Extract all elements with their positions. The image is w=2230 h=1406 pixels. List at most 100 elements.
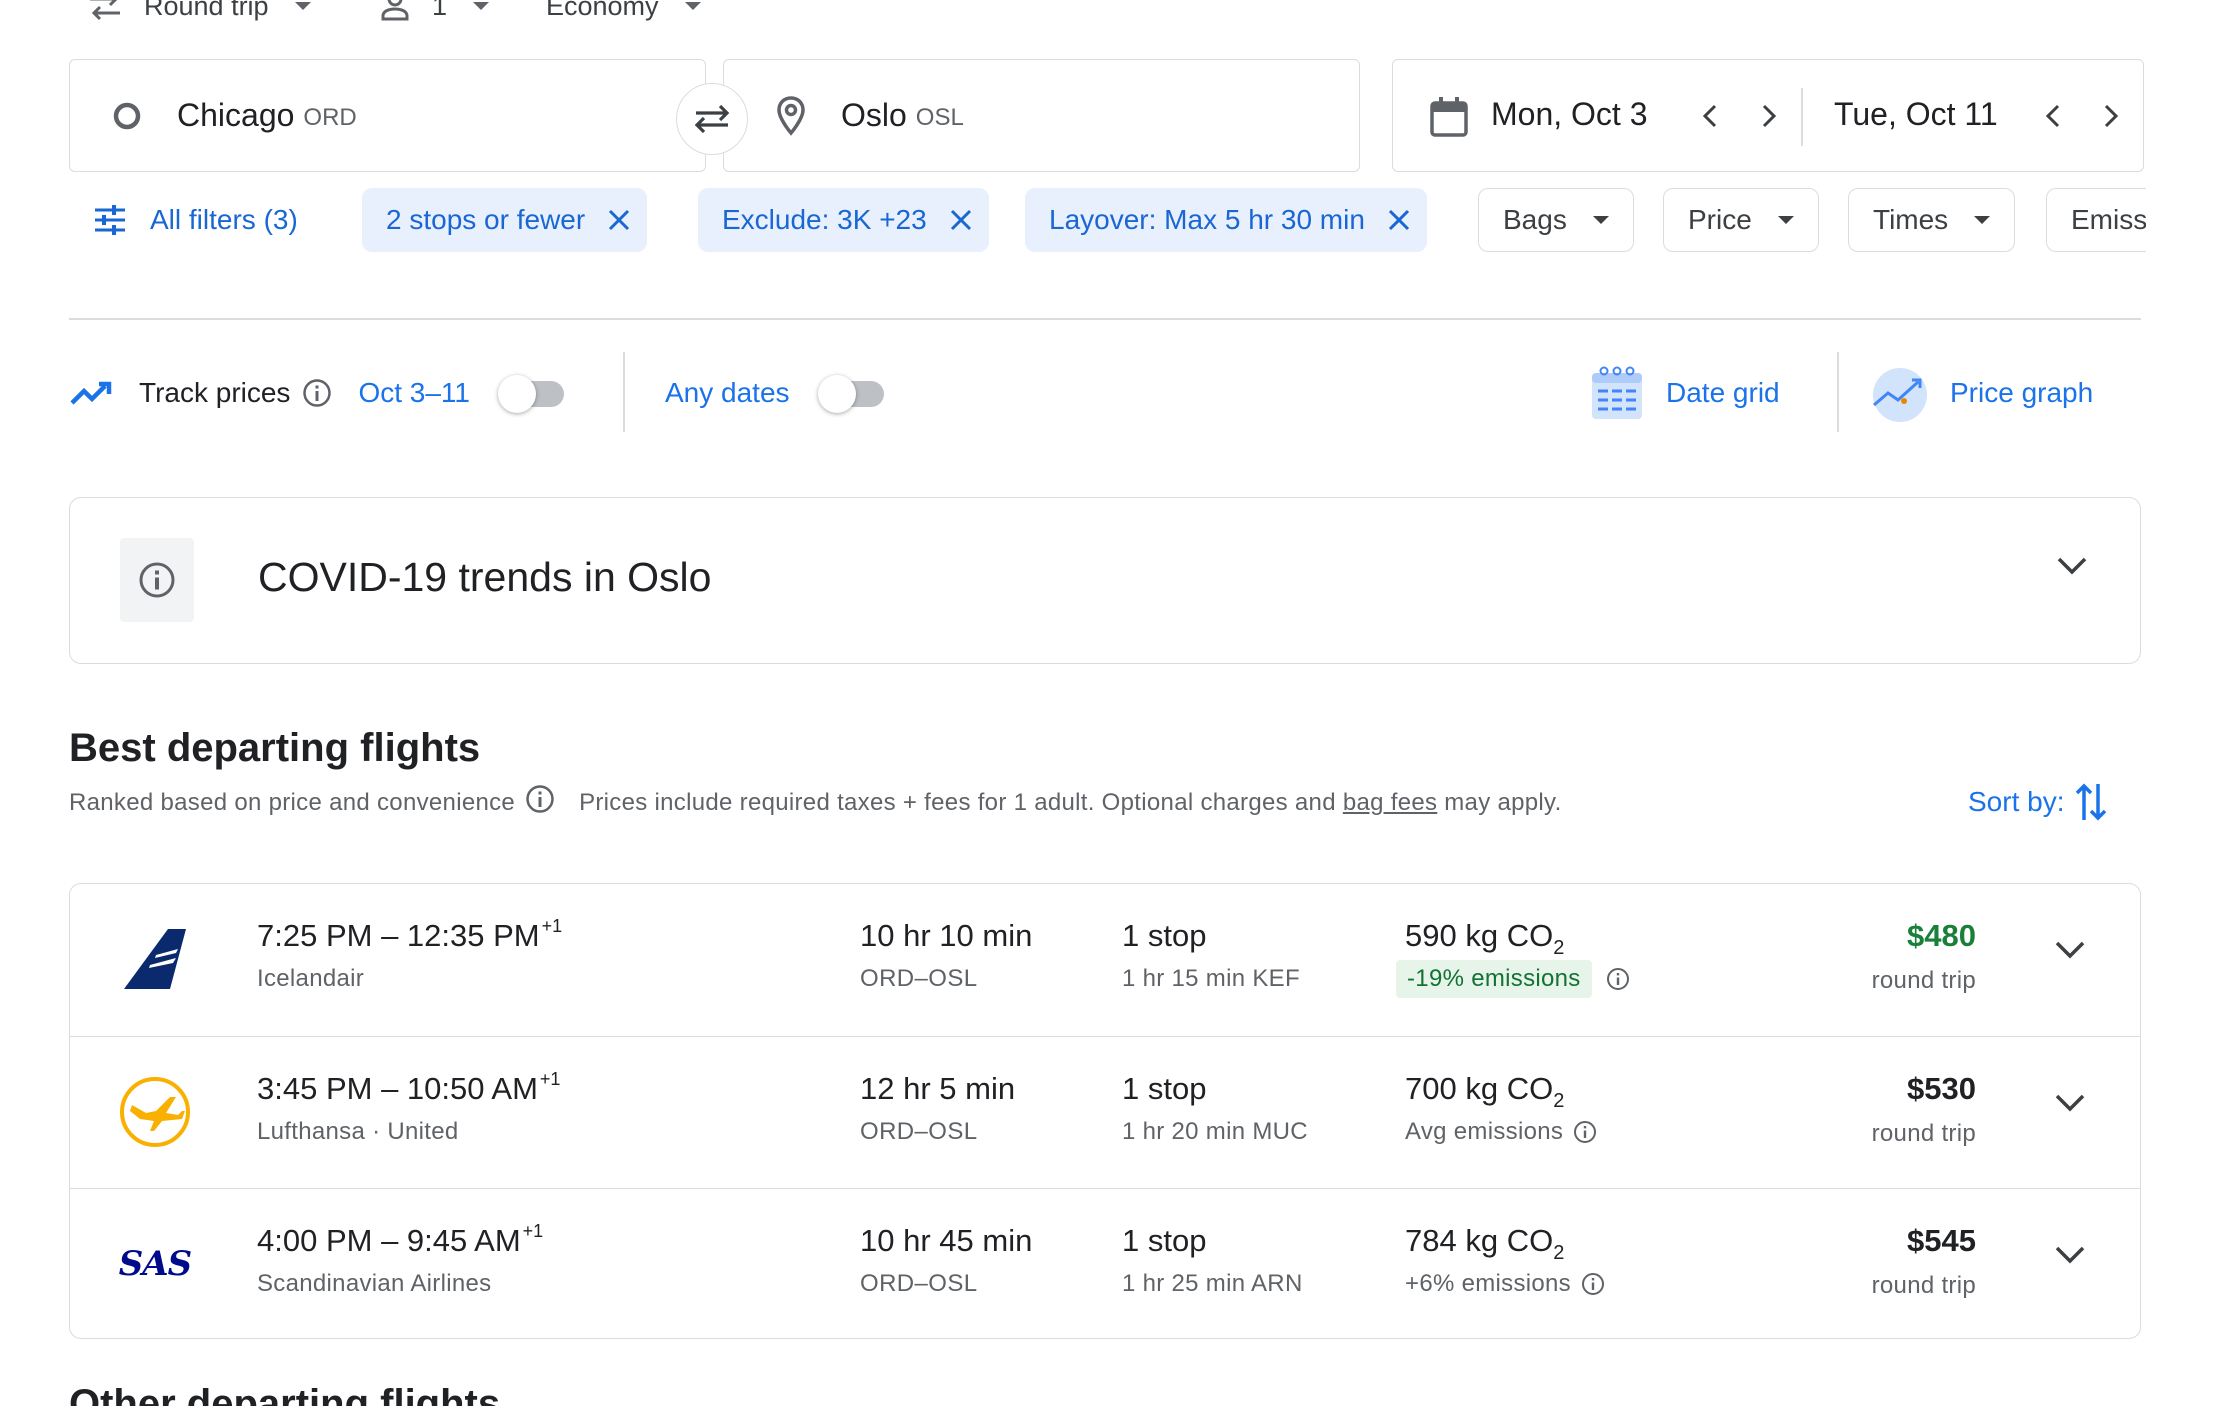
chip-label: Layover: Max 5 hr 30 min — [1049, 204, 1365, 235]
track-prices-toggle[interactable] — [498, 365, 570, 421]
divider — [623, 352, 625, 432]
flight-route: ORD–OSL — [860, 1118, 978, 1145]
prev-return-date-button[interactable] — [2033, 96, 2073, 136]
cabin-select[interactable]: Economy — [546, 0, 701, 26]
origin-code: ORD — [303, 103, 357, 131]
price-graph-button[interactable]: Price graph — [1868, 363, 2094, 423]
emissions-dropdown-clip: Emiss — [2046, 188, 2146, 252]
price-dropdown[interactable]: Price — [1663, 188, 1819, 252]
depart-time: 7:25 PM — [257, 918, 373, 953]
co2-subscript: 2 — [1553, 1090, 1565, 1112]
origin-field[interactable]: Chicago ORD — [69, 59, 706, 172]
section-title: Best departing flights — [69, 726, 481, 770]
destination-field[interactable]: Oslo OSL — [723, 59, 1360, 172]
sas-logo: SAS — [118, 1227, 192, 1301]
date-grid-button[interactable]: Date grid — [1590, 365, 1780, 421]
info-icon[interactable] — [1606, 967, 1630, 991]
info-icon[interactable] — [1581, 1272, 1605, 1296]
filter-chip-stops[interactable]: 2 stops or fewer — [362, 188, 648, 252]
flight-price: $545 — [1907, 1223, 1976, 1258]
all-filters-label: All filters (3) — [150, 204, 298, 235]
airline-name: Icelandair — [257, 965, 365, 992]
sort-by-button[interactable]: Sort by: — [1968, 780, 2108, 824]
arrive-time: 12:35 PM — [406, 918, 540, 953]
chevron-down-icon — [1974, 216, 1991, 224]
chip-label: Bags — [1503, 204, 1567, 235]
flight-price: $480 — [1907, 918, 1976, 953]
flight-duration: 10 hr 45 min — [860, 1223, 1033, 1258]
layover-info: 1 hr 20 min MUC — [1122, 1118, 1308, 1145]
date-range-field[interactable]: Mon, Oct 3 Tue, Oct 11 — [1392, 59, 2144, 172]
flight-row[interactable]: SAS 4:00 PM – 9:45 AM +1 Scandinavian Air… — [70, 1188, 2140, 1340]
any-dates-toggle[interactable] — [817, 365, 890, 421]
chevron-down-icon[interactable] — [2054, 1093, 2086, 1113]
arrive-time: 10:50 AM — [406, 1071, 538, 1106]
passengers-select[interactable]: 1 — [380, 0, 490, 26]
prices-note: Prices include required taxes + fees for… — [579, 789, 1343, 816]
any-dates-group: Any dates — [665, 365, 890, 421]
filter-chip-exclude[interactable]: Exclude: 3K +23 — [698, 188, 989, 252]
co2-amount: 590 kg CO — [1405, 918, 1554, 953]
bag-fees-link[interactable]: bag fees — [1343, 789, 1437, 816]
swap-locations-button[interactable] — [676, 83, 748, 155]
chevron-down-icon[interactable] — [2054, 1245, 2086, 1265]
emissions-info: Avg emissions — [1405, 1118, 1597, 1146]
info-icon — [138, 561, 176, 599]
arrive-time: 9:45 AM — [406, 1223, 521, 1258]
day-offset: +1 — [541, 916, 563, 936]
emissions-dropdown[interactable]: Emiss — [2046, 188, 2146, 252]
chip-label: Emiss — [2071, 204, 2146, 235]
chip-label: Exclude: 3K +23 — [722, 204, 927, 235]
co2-value: 700 kg CO2 — [1405, 1071, 1564, 1113]
flight-stops: 1 stop — [1122, 1071, 1207, 1106]
depart-time: 3:45 PM — [257, 1071, 373, 1106]
depart-date[interactable]: Mon, Oct 3 — [1491, 96, 1648, 133]
trending-up-icon — [69, 378, 115, 408]
return-date[interactable]: Tue, Oct 11 — [1834, 96, 1998, 133]
sas-logo-text: SAS — [118, 1244, 192, 1284]
chevron-down-icon — [294, 2, 311, 10]
info-icon[interactable] — [525, 784, 555, 823]
trip-type-select[interactable]: Round trip — [88, 0, 311, 26]
close-icon[interactable] — [607, 208, 631, 232]
flight-route: ORD–OSL — [860, 965, 978, 992]
trip-type-label: Round trip — [144, 0, 269, 21]
flight-duration: 10 hr 10 min — [860, 918, 1033, 953]
swap-arrows-icon — [88, 0, 122, 21]
price-type: round trip — [1871, 1272, 1976, 1299]
price-type: round trip — [1871, 967, 1976, 994]
chevron-down-icon[interactable] — [2054, 940, 2086, 960]
next-return-date-button[interactable] — [2091, 96, 2131, 136]
close-icon[interactable] — [1387, 208, 1411, 232]
chip-label: Price — [1688, 204, 1752, 235]
person-icon — [380, 0, 410, 21]
bags-dropdown[interactable]: Bags — [1478, 188, 1634, 252]
info-icon[interactable] — [302, 378, 332, 408]
price-graph-icon — [1868, 363, 1932, 423]
close-icon[interactable] — [949, 208, 973, 232]
flight-times: 7:25 PM – 12:35 PM +1 — [257, 916, 563, 953]
flight-duration: 12 hr 5 min — [860, 1071, 1016, 1106]
info-icon[interactable] — [1573, 1120, 1597, 1144]
flight-price: $530 — [1907, 1071, 1976, 1106]
chevron-down-icon[interactable] — [2056, 556, 2088, 576]
covid-trends-card[interactable]: COVID-19 trends in Oslo — [69, 497, 2141, 664]
flight-row[interactable]: 3:45 PM – 10:50 AM +1 Lufthansa · United … — [70, 1036, 2140, 1188]
co2-value: 784 kg CO2 — [1405, 1223, 1564, 1265]
flight-times: 3:45 PM – 10:50 AM +1 — [257, 1069, 561, 1106]
date-grid-icon — [1590, 365, 1644, 421]
next-depart-date-button[interactable] — [1749, 96, 1789, 136]
price-graph-label: Price graph — [1950, 377, 2094, 408]
filter-chip-layover[interactable]: Layover: Max 5 hr 30 min — [1025, 188, 1427, 252]
times-dropdown[interactable]: Times — [1848, 188, 2016, 252]
all-filters-button[interactable]: All filters (3) — [94, 188, 298, 252]
any-dates-label: Any dates — [665, 377, 790, 408]
co2-subscript: 2 — [1553, 937, 1565, 959]
emissions-text: Avg emissions — [1405, 1118, 1564, 1145]
prev-depart-date-button[interactable] — [1690, 96, 1730, 136]
covid-title: COVID-19 trends in Oslo — [258, 554, 712, 600]
co2-amount: 700 kg CO — [1405, 1071, 1554, 1106]
swap-arrows-icon — [692, 102, 732, 136]
flight-stops: 1 stop — [1122, 1223, 1207, 1258]
flight-row[interactable]: 7:25 PM – 12:35 PM +1 Icelandair 10 hr 10… — [70, 884, 2140, 1036]
